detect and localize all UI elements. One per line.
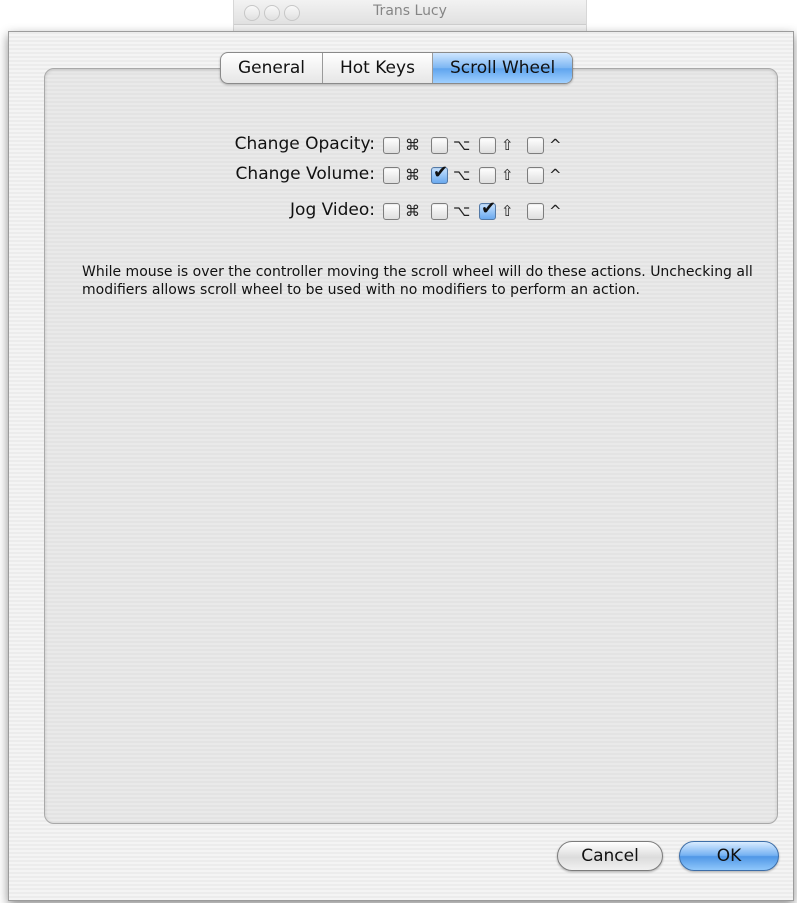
opacity-modifiers: ⌘ ⌥ ⇧ ^ (383, 134, 575, 156)
scroll-wheel-description: While mouse is over the controller movin… (82, 264, 753, 298)
jog-option-checkbox[interactable] (431, 202, 448, 220)
volume-option-checkbox[interactable] (431, 162, 448, 184)
command-key-icon: ⌘ (405, 202, 420, 220)
volume-modifiers: ⌘ ⌥ ⇧ ^ (383, 162, 575, 186)
volume-control-checkbox[interactable] (527, 166, 544, 184)
volume-shift-checkbox[interactable] (479, 166, 496, 184)
volume-row: Change Volume: (9, 162, 375, 188)
jog-command-checkbox[interactable] (383, 202, 400, 220)
option-key-icon: ⌥ (453, 166, 471, 184)
background-window-title: Trans Lucy (373, 3, 447, 19)
jog-shift-checkbox[interactable] (479, 198, 496, 220)
shift-key-icon: ⇧ (501, 202, 514, 220)
ok-button[interactable]: OK (679, 841, 779, 871)
option-key-icon: ⌥ (453, 136, 471, 154)
opacity-command-checkbox[interactable] (383, 136, 400, 154)
cancel-button[interactable]: Cancel (557, 841, 663, 871)
command-key-icon: ⌘ (405, 136, 420, 154)
volume-command-checkbox[interactable] (383, 166, 400, 184)
opacity-shift-checkbox[interactable] (479, 136, 496, 154)
option-key-icon: ⌥ (453, 202, 471, 220)
control-key-icon: ^ (549, 166, 562, 184)
tab-bar: General Hot Keys Scroll Wheel (220, 52, 574, 84)
opacity-control-checkbox[interactable] (527, 136, 544, 154)
change-opacity-label: Change Opacity: (234, 134, 375, 154)
change-volume-label: Change Volume: (235, 164, 375, 184)
command-key-icon: ⌘ (405, 166, 420, 184)
control-key-icon: ^ (549, 202, 562, 220)
jog-modifiers: ⌘ ⌥ ⇧ ^ (383, 198, 575, 222)
jog-control-checkbox[interactable] (527, 202, 544, 220)
shift-key-icon: ⇧ (501, 166, 514, 184)
tab-hot-keys[interactable]: Hot Keys (323, 53, 433, 83)
control-key-icon: ^ (549, 136, 562, 154)
opacity-option-checkbox[interactable] (431, 136, 448, 154)
jog-video-label: Jog Video: (290, 200, 375, 220)
tab-general[interactable]: General (221, 53, 323, 83)
preferences-sheet: General Hot Keys Scroll Wheel Change Opa… (8, 31, 794, 901)
shift-key-icon: ⇧ (501, 136, 514, 154)
jog-row: Jog Video: (9, 198, 375, 224)
background-titlebar: Trans Lucy (234, 0, 586, 25)
tab-scroll-wheel[interactable]: Scroll Wheel (432, 53, 573, 83)
opacity-row: Change Opacity: (9, 132, 375, 158)
